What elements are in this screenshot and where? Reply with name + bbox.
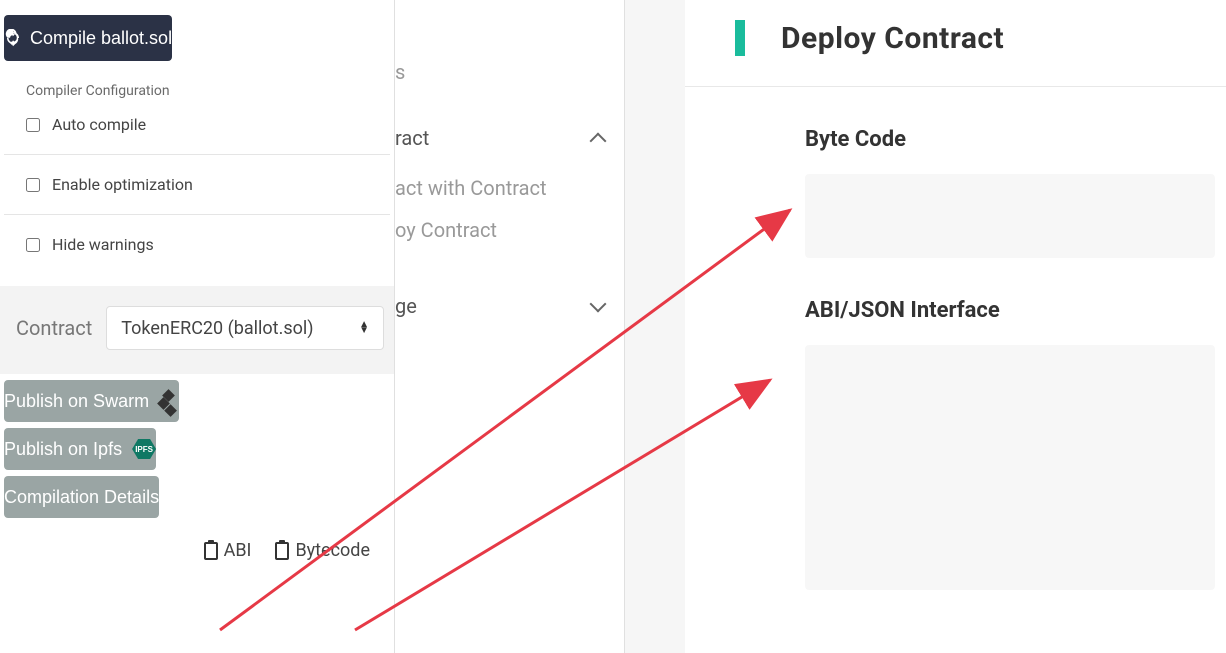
middle-item-interact[interactable]: act with Contract [395,170,624,206]
middle-section-contract[interactable]: ract [395,120,624,156]
enable-optimization-row[interactable]: Enable optimization [0,163,394,206]
deploy-header: Deploy Contract [685,0,1226,87]
publish-ipfs-button[interactable]: Publish on Ipfs IPFS [4,428,156,470]
compile-button[interactable]: Compile ballot.sol [4,15,172,61]
compiler-panel: Compile ballot.sol Compiler Configuratio… [0,0,395,653]
ipfs-icon: IPFS [132,439,156,459]
chevron-up-icon [590,133,607,150]
hide-warnings-label: Hide warnings [52,235,154,254]
publish-ipfs-label: Publish on Ipfs [4,439,122,460]
compilation-details-label: Compilation Details [4,487,159,508]
abi-link[interactable]: ABI [204,540,252,561]
refresh-icon [4,29,22,47]
swarm-icon [159,391,179,411]
auto-compile-row[interactable]: Auto compile [0,103,394,146]
compilation-details-button[interactable]: Compilation Details [4,476,159,518]
contract-select-value: TokenERC20 (ballot.sol) [121,318,313,339]
chevron-down-icon [590,296,607,313]
contract-select[interactable]: TokenERC20 (ballot.sol) ▲▼ [106,306,384,350]
clipboard-icon [204,542,218,560]
abi-link-label: ABI [224,540,252,561]
publish-swarm-button[interactable]: Publish on Swarm [4,380,179,422]
enable-optimization-checkbox[interactable] [26,178,40,192]
divider [4,154,390,155]
hide-warnings-row[interactable]: Hide warnings [0,223,394,266]
middle-section-label: ract [395,126,429,150]
abi-input[interactable] [805,345,1215,590]
contract-label: Contract [4,316,92,340]
clipboard-icon [275,542,289,560]
bytecode-title: Byte Code [805,127,1226,152]
select-arrows-icon: ▲▼ [359,322,369,334]
auto-compile-checkbox[interactable] [26,118,40,132]
auto-compile-label: Auto compile [52,115,146,134]
divider [4,214,390,215]
bytecode-link-label: Bytecode [295,540,370,561]
middle-partial-text: s [395,54,624,90]
accent-bar [735,20,745,56]
enable-optimization-label: Enable optimization [52,175,193,194]
bottom-links: ABI Bytecode [0,524,394,561]
contract-selector-row: Contract TokenERC20 (ballot.sol) ▲▼ [0,286,394,374]
middle-nav-panel: s ract act with Contract oy Contract ge [395,0,625,653]
deploy-panel: Deploy Contract Byte Code ABI/JSON Inter… [685,0,1226,653]
compile-button-label: Compile ballot.sol [30,28,172,49]
separator-panel [625,0,685,653]
deploy-title: Deploy Contract [781,21,1004,56]
bytecode-section: Byte Code [685,87,1226,258]
config-label: Compiler Configuration [0,75,394,103]
middle-section-other[interactable]: ge [395,288,624,324]
middle-section-label: ge [395,294,417,318]
hide-warnings-checkbox[interactable] [26,238,40,252]
publish-swarm-label: Publish on Swarm [4,391,149,412]
bytecode-input[interactable] [805,174,1215,258]
abi-title: ABI/JSON Interface [805,298,1226,323]
abi-section: ABI/JSON Interface [685,258,1226,590]
middle-item-deploy[interactable]: oy Contract [395,212,624,248]
bytecode-link[interactable]: Bytecode [275,540,370,561]
